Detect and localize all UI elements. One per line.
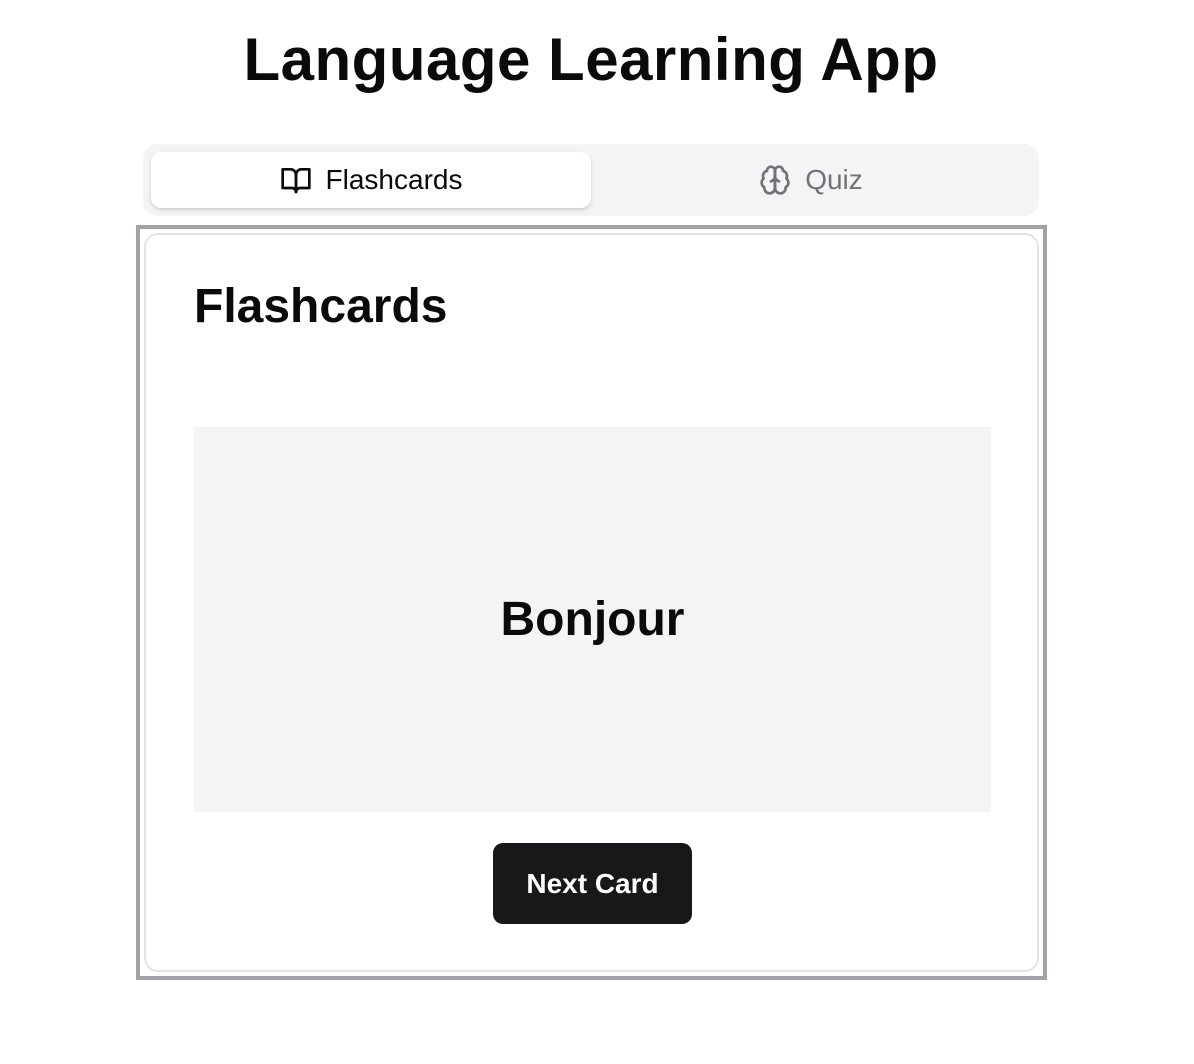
brain-icon [759,164,791,196]
book-open-icon [280,164,312,196]
app-title: Language Learning App [243,26,939,93]
tab-bar: Flashcards Quiz [143,144,1039,216]
next-card-button[interactable]: Next Card [493,843,692,924]
tab-flashcards[interactable]: Flashcards [151,152,591,208]
tab-quiz[interactable]: Quiz [591,152,1031,208]
tab-label: Flashcards [325,164,463,195]
flashcard-word: Bonjour [500,593,685,646]
flashcard[interactable]: Bonjour [194,427,991,812]
panel-title: Flashcards [194,280,448,333]
tab-label: Quiz [805,164,863,195]
flashcards-panel: Flashcards Bonjour Next Card [144,233,1039,972]
